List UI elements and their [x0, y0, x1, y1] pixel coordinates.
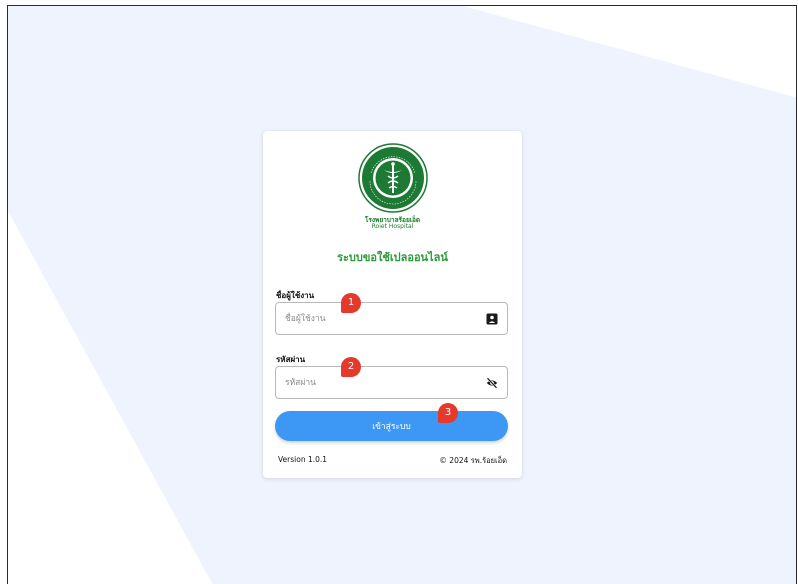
password-field[interactable] — [275, 366, 508, 399]
username-input[interactable] — [285, 303, 475, 334]
login-button[interactable]: เข้าสู่ระบบ — [275, 411, 508, 441]
password-input[interactable] — [285, 367, 475, 398]
id-card-icon — [486, 313, 498, 325]
copyright-text: © 2024 รพ.ร้อยเอ็ด — [439, 456, 507, 465]
hospital-name-en: Roiet Hospital — [371, 223, 414, 230]
username-label: ชื่อผู้ใช้งาน — [276, 291, 315, 300]
system-title: ระบบขอใช้เปลออนไลน์ — [337, 251, 448, 264]
annotation-marker-1: 1 — [341, 293, 361, 313]
annotation-marker-2: 2 — [341, 357, 361, 377]
password-label: รหัสผ่าน — [276, 355, 306, 364]
annotation-marker-3: 3 — [438, 403, 458, 423]
username-field[interactable] — [275, 302, 508, 335]
version-text: Version 1.0.1 — [278, 455, 328, 464]
app-window: โรงพยาบาลร้อยเอ็ด Roiet Hospital ระบบขอใ… — [7, 5, 797, 584]
login-card: โรงพยาบาลร้อยเอ็ด Roiet Hospital ระบบขอใ… — [263, 131, 522, 478]
ministry-of-public-health-seal-icon — [358, 143, 428, 213]
eye-off-icon[interactable] — [486, 377, 498, 389]
